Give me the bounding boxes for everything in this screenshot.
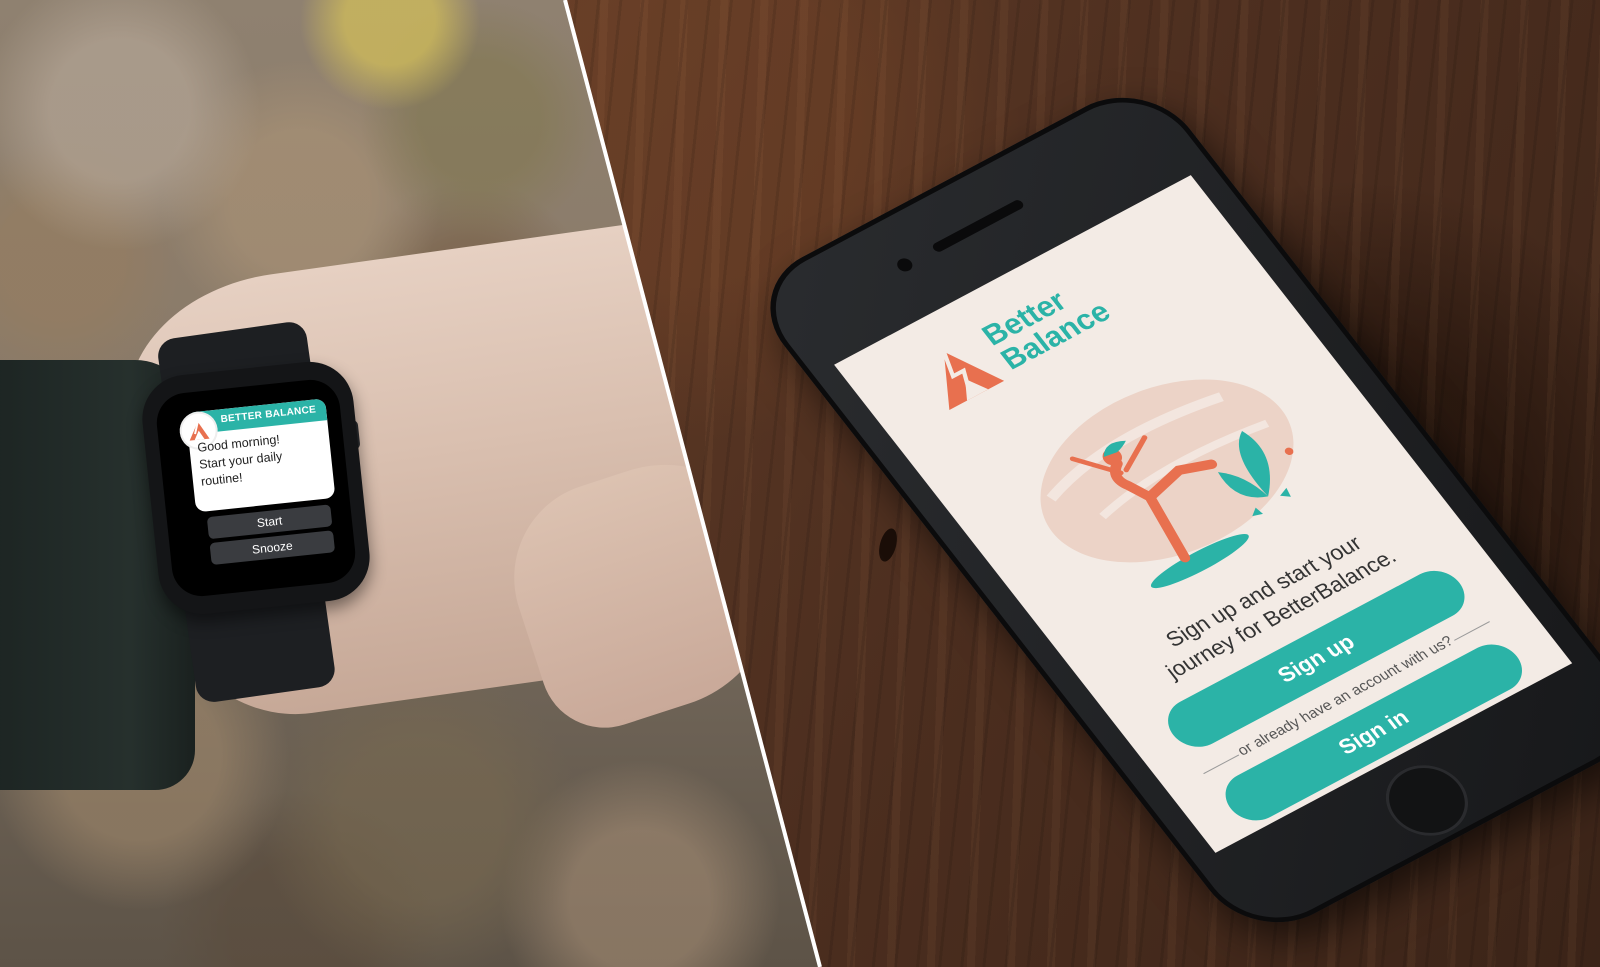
separator-line (1454, 621, 1490, 641)
brand-wordmark: Better Balance (976, 273, 1117, 376)
separator-line (1203, 754, 1240, 775)
watch-screen: BETTER BALANCE Good morning! Start your … (153, 376, 359, 600)
smartwatch: BETTER BALANCE Good morning! Start your … (138, 357, 374, 619)
